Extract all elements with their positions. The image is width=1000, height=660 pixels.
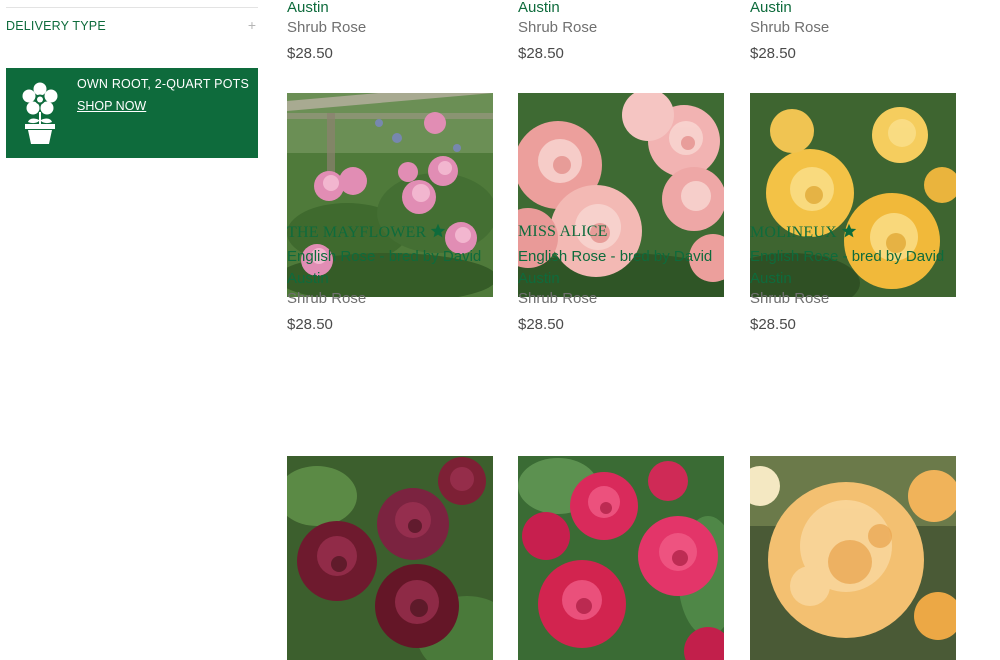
product-price: $28.50: [287, 45, 333, 62]
shop-now-link[interactable]: SHOP NOW: [77, 99, 146, 113]
product-type: Shrub Rose: [287, 290, 367, 307]
product-image[interactable]: [518, 456, 724, 660]
potted-flower-icon: [22, 82, 58, 144]
product-image[interactable]: [287, 456, 493, 660]
filter-delivery-type[interactable]: DELIVERY TYPE +: [6, 14, 258, 40]
product-type: Shrub Rose: [750, 290, 830, 307]
product-type: Shrub Rose: [518, 19, 598, 36]
product-subtitle: English Rose - bred by David Austin: [287, 248, 482, 287]
promo-title: OWN ROOT, 2-QUART POTS: [77, 77, 250, 91]
product-type: Shrub Rose: [750, 19, 830, 36]
product-name[interactable]: THE MAYFLOWER: [287, 223, 446, 243]
product-subtitle: Austin: [287, 0, 329, 16]
product-name-text: MISS ALICE: [518, 223, 608, 240]
product-price: $28.50: [750, 316, 796, 333]
product-name[interactable]: MOLINEUX: [750, 223, 857, 243]
product-name-text: THE MAYFLOWER: [287, 224, 427, 241]
star-icon: [841, 223, 857, 238]
product-image[interactable]: [750, 456, 956, 660]
product-subtitle: English Rose - bred by David Austin: [518, 248, 713, 287]
product-subtitle: Austin: [750, 0, 792, 16]
product-price: $28.50: [518, 45, 564, 62]
product-name[interactable]: MISS ALICE: [518, 223, 608, 243]
plus-icon[interactable]: +: [248, 17, 256, 33]
product-name-text: MOLINEUX: [750, 224, 837, 241]
product-type: Shrub Rose: [287, 19, 367, 36]
star-icon: [431, 223, 446, 238]
promo-banner[interactable]: OWN ROOT, 2-QUART POTS SHOP NOW: [6, 68, 258, 158]
product-price: $28.50: [287, 316, 333, 333]
product-price: $28.50: [750, 45, 796, 62]
filter-label: DELIVERY TYPE: [6, 19, 106, 33]
filter-divider: [6, 7, 258, 8]
product-type: Shrub Rose: [518, 290, 598, 307]
product-price: $28.50: [518, 316, 564, 333]
product-subtitle: English Rose - bred by David Austin: [750, 248, 945, 287]
product-subtitle: Austin: [518, 0, 560, 16]
